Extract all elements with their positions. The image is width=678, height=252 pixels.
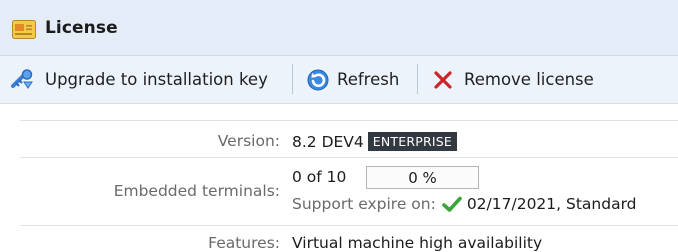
key-upgrade-icon: [10, 68, 36, 91]
panel-titlebar: License: [0, 0, 678, 56]
embedded-terminals-label: Embedded terminals:: [113, 182, 280, 200]
checkmark-icon: [442, 196, 462, 212]
refresh-button-label: Refresh: [337, 70, 400, 89]
toolbar-separator: [417, 64, 418, 94]
upgrade-button-label: Upgrade to installation key: [45, 70, 268, 89]
version-label: Version:: [217, 132, 280, 150]
features-label: Features:: [208, 234, 280, 252]
license-card-icon: [12, 20, 36, 39]
version-value-wrap: 8.2 DEV4 ENTERPRISE: [292, 132, 457, 151]
support-expire-value: 02/17/2021, Standard: [466, 195, 637, 213]
edition-badge: ENTERPRISE: [367, 132, 457, 151]
progress-text: 0 %: [408, 169, 437, 187]
terminals-progress-bar: 0 %: [366, 166, 479, 189]
divider: [20, 157, 678, 158]
license-details: Version: 8.2 DEV4 ENTERPRISE Embedded ter…: [0, 104, 678, 252]
upgrade-to-installation-key-button[interactable]: Upgrade to installation key: [10, 56, 268, 103]
toolbar: Upgrade to installation key Refresh Remo…: [0, 56, 678, 104]
version-value: 8.2 DEV4: [292, 133, 364, 151]
terminals-count: 0 of 10: [292, 168, 347, 186]
toolbar-separator: [292, 64, 293, 94]
support-expire-label: Support expire on:: [292, 195, 436, 213]
panel-title: License: [45, 18, 118, 38]
remove-x-icon: [432, 69, 454, 91]
refresh-button[interactable]: Refresh: [306, 56, 399, 103]
refresh-icon: [306, 69, 330, 91]
support-expiry: Support expire on: 02/17/2021, Standard: [292, 195, 637, 213]
remove-license-button[interactable]: Remove license: [432, 56, 594, 103]
divider: [20, 120, 678, 121]
divider: [20, 225, 678, 226]
features-value: Virtual machine high availability: [292, 234, 543, 252]
remove-license-button-label: Remove license: [464, 70, 594, 89]
